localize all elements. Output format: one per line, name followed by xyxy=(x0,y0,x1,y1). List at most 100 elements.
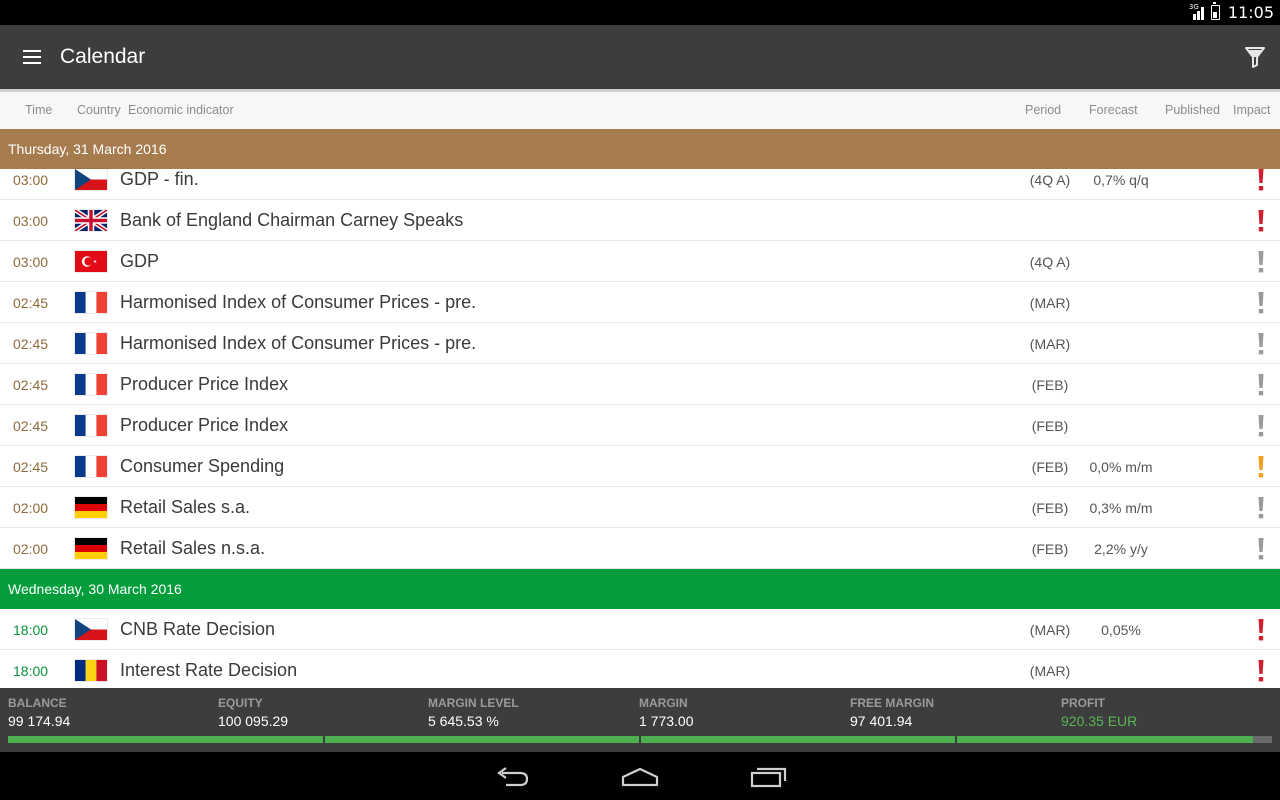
app-root: 3G 11:05 Calendar Time Country Economic … xyxy=(0,0,1280,800)
event-row[interactable]: 02:45 Producer Price Index (FEB) xyxy=(0,364,1280,405)
impact-high-icon xyxy=(1253,168,1269,192)
event-time: 02:00 xyxy=(13,541,49,557)
flag-cz-icon xyxy=(75,169,107,190)
impact-low-icon xyxy=(1253,496,1269,520)
profit-block: PROFIT 920.35 EUR xyxy=(1061,696,1137,729)
status-icons: 3G xyxy=(1189,2,1220,21)
event-time: 02:45 xyxy=(13,336,49,352)
event-period: (FEB) xyxy=(1031,377,1069,393)
signal-icon: 3G xyxy=(1189,3,1205,21)
balance-block: BALANCE 99 174.94 xyxy=(8,696,70,729)
battery-icon xyxy=(1210,2,1220,20)
event-time: 03:00 xyxy=(13,254,49,270)
event-list[interactable]: Thursday, 31 March 2016 03:00 GDP - fin. (4… xyxy=(0,129,1280,688)
day-header: Thursday, 31 March 2016 xyxy=(0,129,1280,169)
event-indicator: CNB Rate Decision xyxy=(120,619,276,639)
event-period: (FEB) xyxy=(1031,500,1069,516)
event-time: 02:45 xyxy=(13,459,49,475)
flag-fr-icon xyxy=(75,333,107,354)
col-indicator[interactable]: Economic indicator xyxy=(128,103,234,117)
back-icon[interactable] xyxy=(488,762,536,792)
event-indicator: Consumer Spending xyxy=(120,456,285,476)
profit-value: 920.35 EUR xyxy=(1061,713,1138,729)
event-time: 02:45 xyxy=(13,377,49,393)
col-time[interactable]: Time xyxy=(25,103,52,117)
event-row[interactable]: 02:45 Consumer Spending (FEB) 0,0% m/m xyxy=(0,446,1280,487)
impact-low-icon xyxy=(1253,414,1269,438)
event-row[interactable]: 03:00 GDP (4Q A) xyxy=(0,241,1280,282)
flag-cz-icon xyxy=(75,619,107,640)
flag-fr-icon xyxy=(75,292,107,313)
free-margin-label: FREE MARGIN xyxy=(850,696,934,710)
day-header: Wednesday, 30 March 2016 xyxy=(0,569,1280,609)
event-period: (MAR) xyxy=(1029,663,1071,679)
impact-low-icon xyxy=(1253,291,1269,315)
event-forecast: 0,3% m/m xyxy=(1089,500,1153,516)
event-period: (4Q A) xyxy=(1029,254,1071,270)
event-indicator: Producer Price Index xyxy=(120,415,289,435)
event-time: 18:00 xyxy=(13,663,49,679)
event-indicator: Bank of England Chairman Carney Speaks xyxy=(120,210,464,230)
flag-gb-icon xyxy=(75,210,107,231)
balance-value: 99 174.94 xyxy=(8,713,71,729)
event-indicator: Retail Sales s.a. xyxy=(120,497,251,517)
profit-label: PROFIT xyxy=(1061,696,1105,710)
event-indicator: Retail Sales n.s.a. xyxy=(120,538,266,558)
impact-low-icon xyxy=(1253,537,1269,561)
equity-block: EQUITY 100 095.29 xyxy=(218,696,288,729)
col-published[interactable]: Published xyxy=(1165,103,1220,117)
event-row[interactable]: 02:00 Retail Sales n.s.a. (FEB) 2,2% y/y xyxy=(0,528,1280,569)
event-row[interactable]: 03:00 GDP - fin. (4Q A) 0,7% q/q xyxy=(0,169,1280,200)
impact-medium-icon xyxy=(1253,455,1269,479)
event-period: (MAR) xyxy=(1029,295,1071,311)
impact-high-icon xyxy=(1253,618,1269,642)
event-row[interactable]: 18:00 Interest Rate Decision (MAR) xyxy=(0,650,1280,688)
event-forecast: 0,0% m/m xyxy=(1089,459,1153,475)
equity-value: 100 095.29 xyxy=(218,713,289,729)
event-indicator: Harmonised Index of Consumer Prices - pr… xyxy=(120,292,477,312)
impact-low-icon xyxy=(1253,332,1269,356)
event-period: (4Q A) xyxy=(1029,172,1071,188)
status-bar: 3G 11:05 xyxy=(0,0,1280,25)
event-row[interactable]: 03:00 Bank of England Chairman Carney Spe… xyxy=(0,200,1280,241)
col-impact[interactable]: Impact xyxy=(1233,103,1271,117)
margin-value: 1 773.00 xyxy=(639,713,694,729)
margin-label: MARGIN xyxy=(639,696,688,710)
margin-level-label: MARGIN LEVEL xyxy=(428,696,519,710)
margin-progress-fill xyxy=(8,736,1254,743)
event-time: 02:45 xyxy=(13,418,49,434)
event-row[interactable]: 02:00 Retail Sales s.a. (FEB) 0,3% m/m xyxy=(0,487,1280,528)
free-margin-block: FREE MARGIN 97 401.94 xyxy=(850,696,934,729)
event-row[interactable]: 18:00 CNB Rate Decision (MAR) 0,05% xyxy=(0,609,1280,650)
page-title: Calendar xyxy=(60,45,146,68)
event-row[interactable]: 02:45 Harmonised Index of Consumer Prices… xyxy=(0,282,1280,323)
event-indicator: Harmonised Index of Consumer Prices - pr… xyxy=(120,333,477,353)
free-margin-value: 97 401.94 xyxy=(850,713,913,729)
impact-low-icon xyxy=(1253,250,1269,274)
equity-label: EQUITY xyxy=(218,696,263,710)
col-country[interactable]: Country xyxy=(77,103,121,117)
event-indicator: Producer Price Index xyxy=(120,374,289,394)
event-time: 02:45 xyxy=(13,295,49,311)
margin-level-block: MARGIN LEVEL 5 645.53 % xyxy=(428,696,519,729)
menu-icon[interactable] xyxy=(0,25,64,89)
recents-icon[interactable] xyxy=(744,762,792,792)
home-icon[interactable] xyxy=(616,762,664,792)
flag-ro-icon xyxy=(75,660,107,681)
margin-progress-bar xyxy=(8,736,1272,743)
event-period: (FEB) xyxy=(1031,541,1069,557)
margin-level-value: 5 645.53 % xyxy=(428,713,499,729)
column-header: Time Country Economic indicator Period F… xyxy=(0,89,1280,129)
flag-tr-icon xyxy=(75,251,107,272)
event-forecast: 0,05% xyxy=(1101,622,1141,638)
col-period[interactable]: Period xyxy=(1025,103,1061,117)
event-period: (MAR) xyxy=(1029,336,1071,352)
event-row[interactable]: 02:45 Harmonised Index of Consumer Prices… xyxy=(0,323,1280,364)
event-row[interactable]: 02:45 Producer Price Index (FEB) xyxy=(0,405,1280,446)
col-forecast[interactable]: Forecast xyxy=(1089,103,1138,117)
app-bar: Calendar xyxy=(0,25,1280,89)
event-time: 03:00 xyxy=(13,172,49,188)
event-time: 03:00 xyxy=(13,213,49,229)
filter-icon[interactable] xyxy=(1242,44,1268,70)
margin-block: MARGIN 1 773.00 xyxy=(639,696,694,729)
